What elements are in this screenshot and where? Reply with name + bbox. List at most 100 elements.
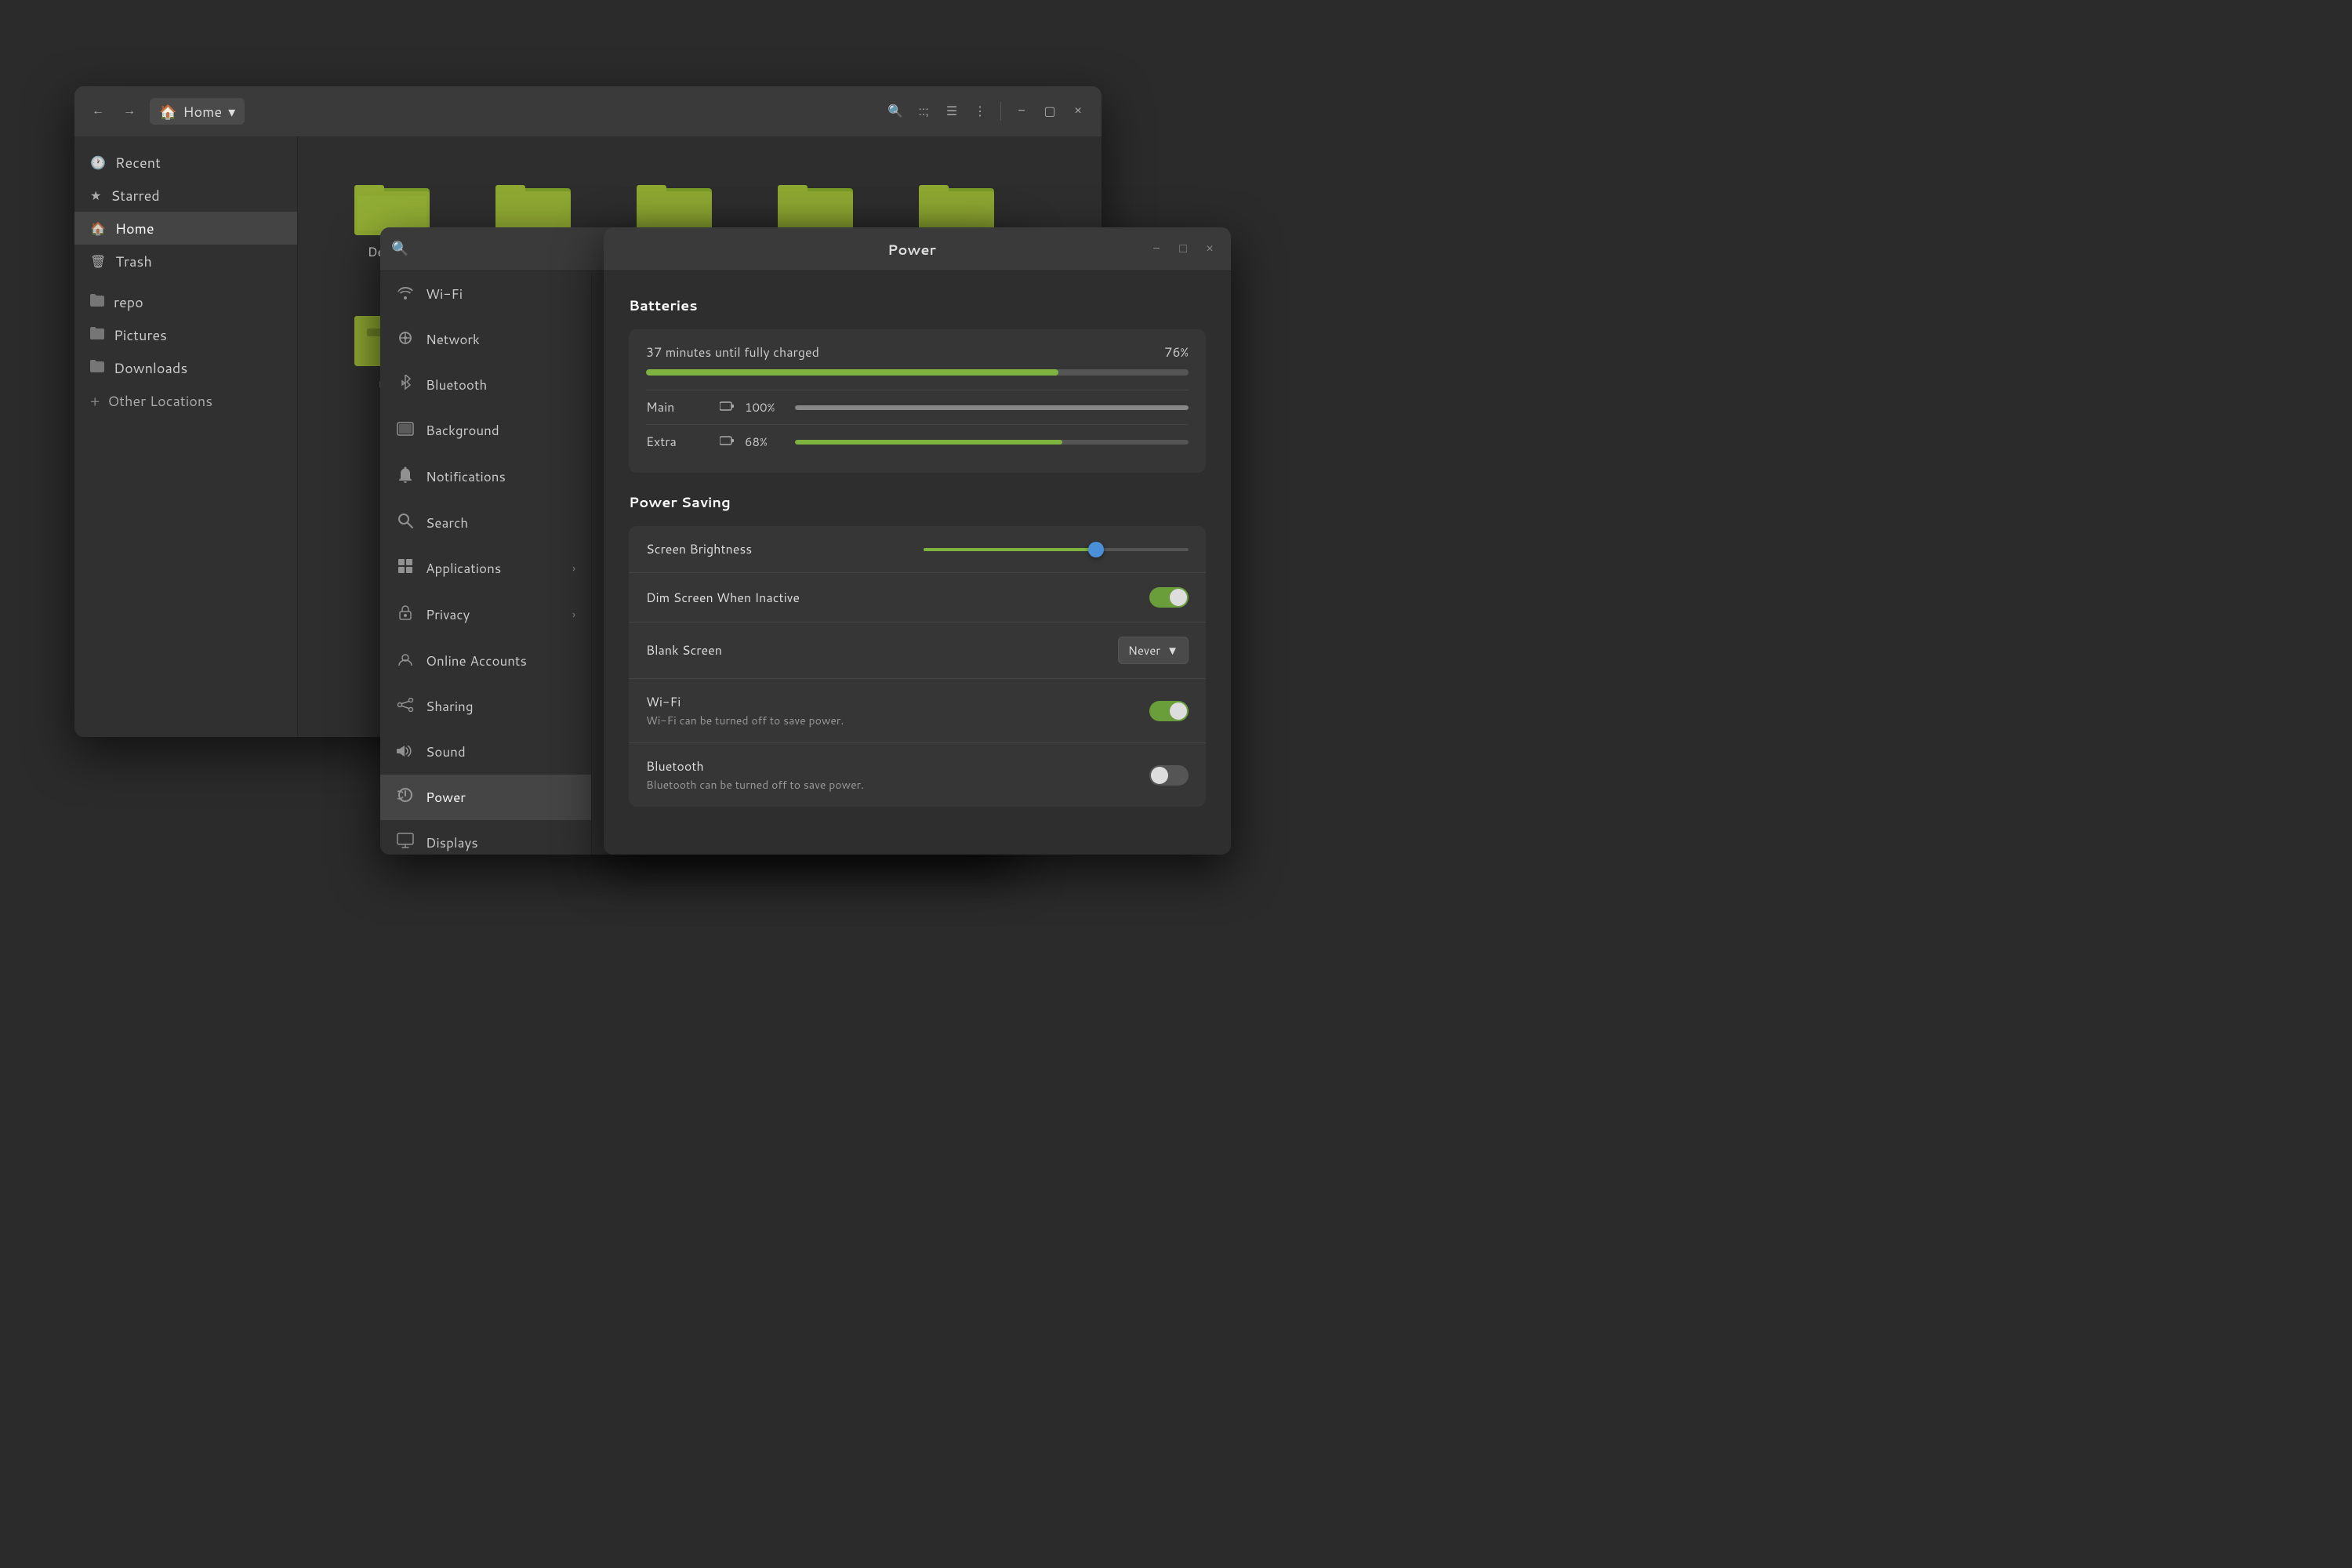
folder-icon [90,293,104,311]
dim-screen-toggle[interactable] [1149,587,1189,608]
settings-item-background[interactable]: Background [380,408,591,453]
settings-item-label: Network [426,330,480,349]
blank-screen-row: Blank Screen Never ▼ [629,622,1206,679]
battery-row-main-bar [795,405,1189,410]
starred-icon: ★ [90,187,101,205]
search-button[interactable]: 🔍 [884,100,906,122]
wifi-power-toggle[interactable] [1149,701,1189,721]
arrow-right-icon: › [572,607,575,622]
titlebar-actions: 🔍 ::; ☰ ⋮ − ▢ × [884,100,1089,122]
batteries-section-title: Batteries [629,295,1206,315]
settings-search-button[interactable]: 🔍 [391,241,408,257]
settings-item-search[interactable]: Search [380,500,591,546]
chevron-down-icon: ▾ [228,101,235,122]
settings-item-wifi[interactable]: Wi-Fi [380,271,591,317]
wifi-power-label: Wi-Fi [646,693,681,711]
settings-sidebar: Wi-Fi Network Bluetooth Background [380,271,592,855]
settings-item-label: Online Accounts [426,652,527,670]
notifications-icon [396,466,415,488]
sidebar-item-pictures[interactable]: Pictures [74,318,297,351]
battery-row-extra: Extra 68% [646,424,1189,459]
settings-item-sharing[interactable]: Sharing [380,684,591,729]
battery-main-bar [646,369,1189,376]
arrow-right-icon: › [572,561,575,576]
bluetooth-power-info: Bluetooth Bluetooth can be turned off to… [646,757,1137,793]
slider-thumb[interactable] [1088,542,1104,557]
power-saving-title: Power Saving [629,492,1206,512]
bluetooth-power-toggle[interactable] [1149,765,1189,786]
battery-percent-label: 76% [1164,343,1189,361]
power-saving-section: Power Saving Screen Brightness Dim Scree… [629,492,1206,807]
maximize-button[interactable]: ▢ [1039,100,1061,122]
settings-item-applications[interactable]: Applications › [380,546,591,591]
battery-row-extra-pct: 68% [745,434,784,450]
dim-screen-row: Dim Screen When Inactive [629,573,1206,622]
displays-icon [396,833,415,853]
settings-item-network[interactable]: Network [380,317,591,362]
more-options-button[interactable]: ⋮ [969,100,991,122]
settings-item-privacy[interactable]: Privacy › [380,591,591,638]
brightness-slider[interactable] [924,542,1189,557]
settings-item-label: Wi-Fi [426,285,463,303]
power-saving-card: Screen Brightness Dim Screen When Inacti… [629,526,1206,807]
sidebar-item-repo[interactable]: repo [74,285,297,318]
file-manager-titlebar: ← → 🏠 Home ▾ 🔍 ::; ☰ ⋮ − ▢ × [74,86,1102,136]
settings-item-bluetooth[interactable]: Bluetooth [380,362,591,408]
home-icon: 🏠 [159,101,176,122]
power-minimize-button[interactable]: − [1146,239,1167,260]
view-toggle-button[interactable]: ::; [913,100,935,122]
wifi-icon [396,284,415,304]
settings-item-label: Privacy [426,605,470,624]
power-content: Batteries 37 minutes until fully charged… [604,271,1231,855]
toggle-knob [1170,589,1187,606]
settings-item-notifications[interactable]: Notifications [380,453,591,500]
blank-screen-label: Blank Screen [646,641,1105,659]
recent-icon: 🕐 [90,154,106,172]
settings-item-sound[interactable]: Sound [380,729,591,775]
settings-item-power[interactable]: Power [380,775,591,820]
battery-card: 37 minutes until fully charged 76% Main … [629,329,1206,473]
applications-icon [396,558,415,579]
battery-row-main-fill [795,405,1189,410]
settings-item-label: Notifications [426,467,506,486]
sidebar-item-recent[interactable]: 🕐 Recent [74,146,297,179]
view-list-button[interactable]: ☰ [941,100,963,122]
blank-screen-dropdown[interactable]: Never ▼ [1118,637,1189,664]
bluetooth-power-sublabel: Bluetooth can be turned off to save powe… [646,777,1137,793]
settings-item-label: Power [426,788,466,807]
settings-item-label: Background [426,421,499,440]
settings-item-label: Displays [426,833,478,852]
sidebar-item-starred[interactable]: ★ Starred [74,179,297,212]
settings-item-label: Sharing [426,697,474,716]
power-close-button[interactable]: × [1200,239,1220,260]
sidebar-item-label: Downloads [114,358,187,378]
close-button[interactable]: × [1067,100,1089,122]
settings-item-online-accounts[interactable]: Online Accounts [380,638,591,684]
minimize-button[interactable]: − [1011,100,1033,122]
sidebar-item-label: Starred [111,185,159,205]
folder-icon [90,326,104,344]
settings-item-label: Applications [426,559,501,578]
nav-back-button[interactable]: ← [87,100,109,122]
sidebar-item-trash[interactable]: 🗑 Trash [74,245,297,278]
chevron-down-icon: ▼ [1167,642,1178,659]
settings-item-label: Search [426,514,468,532]
power-maximize-button[interactable]: □ [1173,239,1193,260]
bluetooth-power-label: Bluetooth [646,757,704,775]
network-icon [396,329,415,350]
sidebar-item-label: Pictures [114,325,167,345]
sidebar-item-other-locations[interactable]: + Other Locations [74,384,297,417]
nav-forward-button[interactable]: → [118,100,140,122]
wifi-power-sublabel: Wi-Fi can be turned off to save power. [646,713,1137,728]
settings-item-displays[interactable]: Displays [380,820,591,855]
location-bar[interactable]: 🏠 Home ▾ [150,98,245,125]
dim-screen-label: Dim Screen When Inactive [646,589,1137,607]
toggle-knob [1170,702,1187,720]
sidebar: 🕐 Recent ★ Starred 🏠 Home 🗑 Trash repo [74,136,298,737]
folder-icon [90,359,104,377]
slider-fill [924,548,1096,551]
sidebar-item-home[interactable]: 🏠 Home [74,212,297,245]
battery-extra-icon [720,433,734,451]
slider-track [924,548,1189,551]
sidebar-item-downloads[interactable]: Downloads [74,351,297,384]
